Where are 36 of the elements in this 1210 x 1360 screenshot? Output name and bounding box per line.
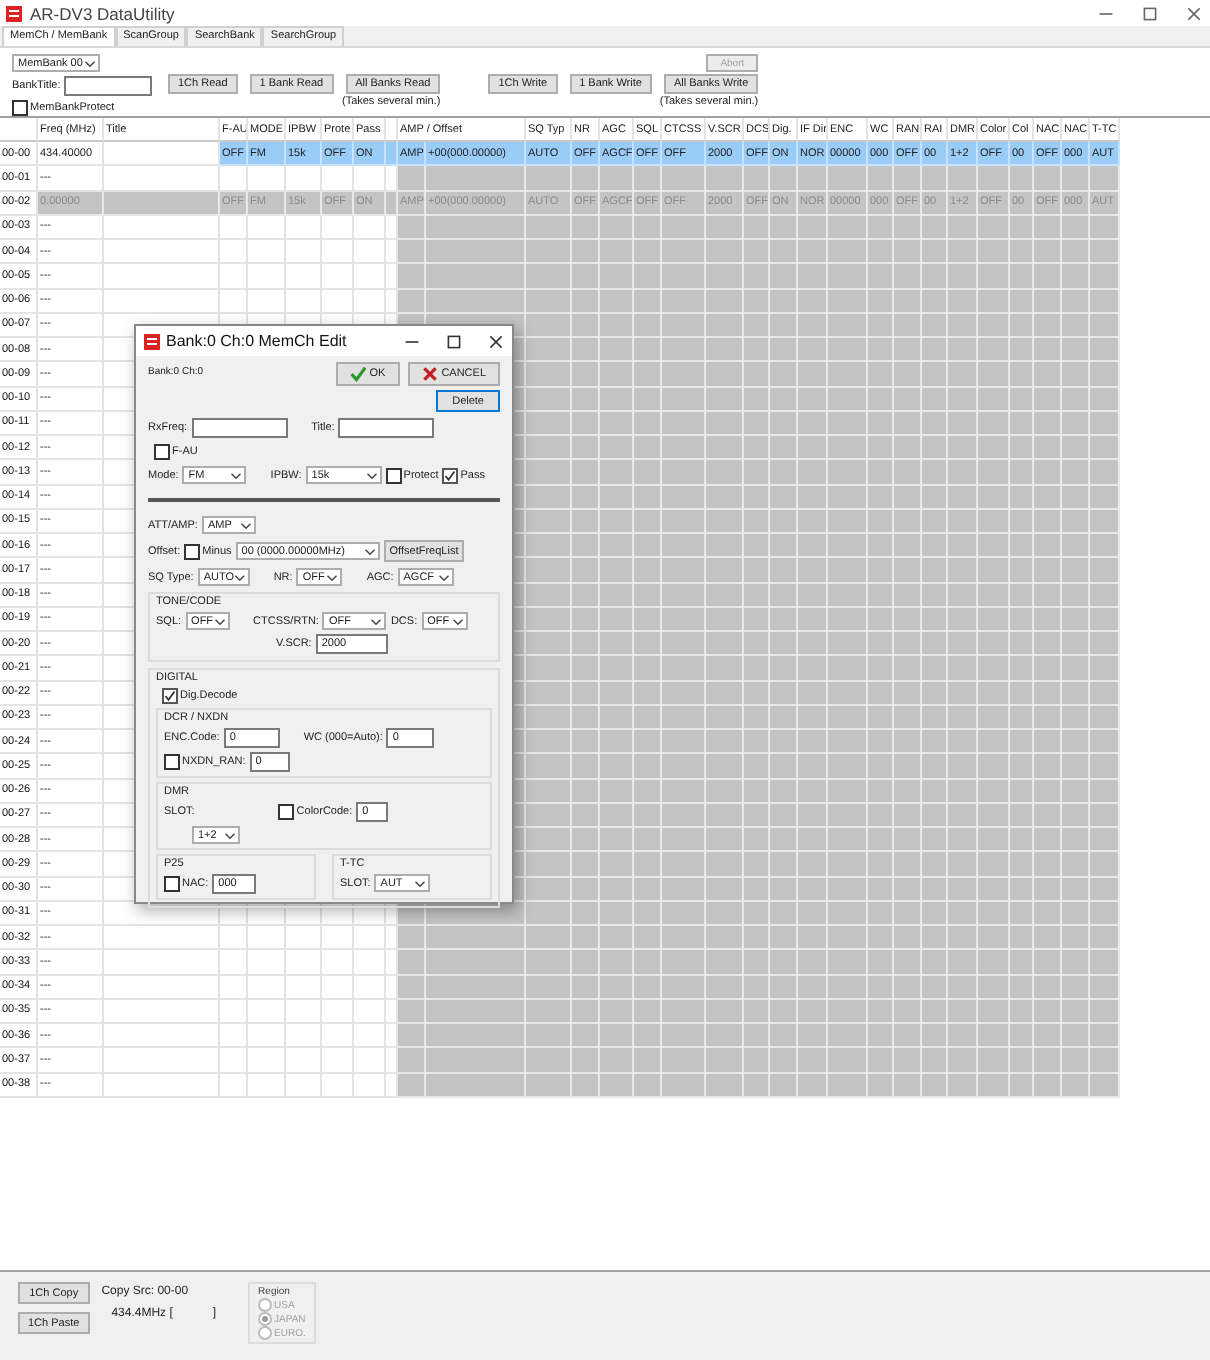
caret-icon [414, 879, 427, 887]
caret-icon [230, 471, 243, 479]
maximize-icon[interactable] [446, 333, 462, 349]
close-icon[interactable] [488, 333, 504, 349]
caret-icon [365, 471, 378, 479]
checkbox[interactable] [278, 804, 295, 820]
caret-icon [326, 573, 339, 581]
caret-icon [437, 573, 450, 581]
dialog-title: Bank:0 Ch:0 MemCh Edit [166, 332, 347, 350]
caret-icon [234, 573, 246, 581]
checkbox[interactable] [164, 876, 180, 892]
checkbox[interactable] [154, 444, 170, 460]
input-field[interactable] [191, 418, 288, 438]
close-icon[interactable] [1186, 5, 1202, 21]
app-icon [144, 333, 160, 349]
input-field[interactable] [338, 418, 435, 438]
check-icon [349, 366, 366, 382]
window-title: AR-DV3 DataUtility [30, 3, 175, 23]
caret-icon [224, 831, 236, 839]
checkbox[interactable] [385, 467, 402, 483]
checkbox[interactable] [12, 100, 28, 116]
close-icon [421, 366, 438, 382]
app-icon [6, 5, 22, 21]
checkbox[interactable] [184, 543, 201, 559]
caret-icon [239, 521, 252, 529]
caret-icon [363, 547, 376, 555]
checkbox[interactable] [164, 754, 180, 770]
caret-icon [370, 617, 383, 625]
input-field[interactable] [64, 76, 152, 96]
caret-icon [84, 59, 96, 67]
header-cell [0, 118, 38, 142]
checkbox[interactable] [162, 688, 178, 704]
checkbox[interactable] [442, 467, 459, 483]
caret-icon [451, 617, 464, 625]
caret-icon [213, 617, 226, 625]
maximize-icon[interactable] [1142, 5, 1158, 21]
